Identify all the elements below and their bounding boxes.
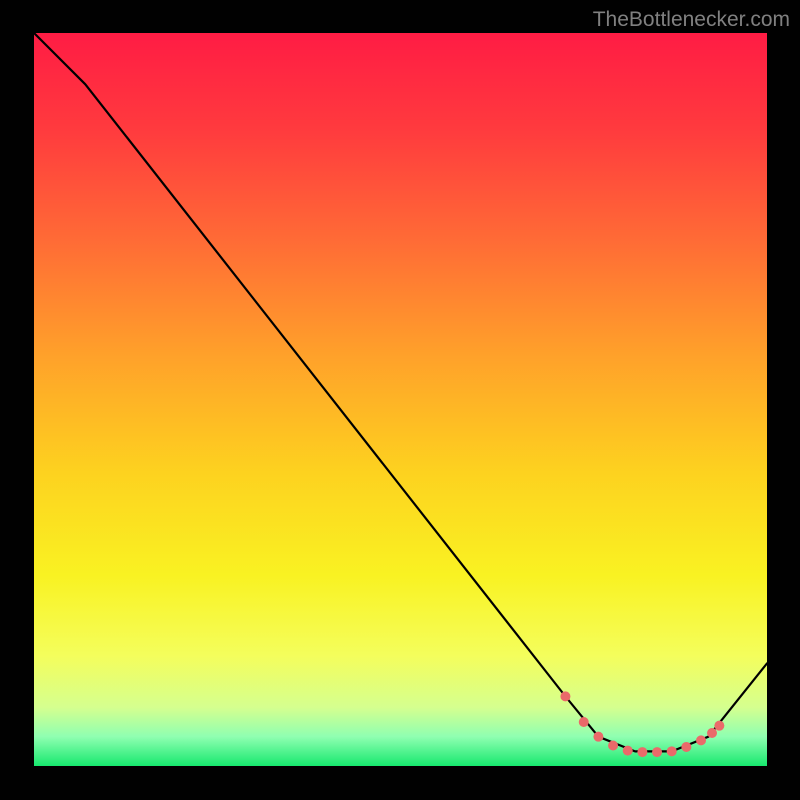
marker-group: [560, 691, 724, 757]
chart-container: TheBottlenecker.com: [0, 0, 800, 800]
marker-point: [681, 742, 691, 752]
marker-point: [714, 721, 724, 731]
watermark-text: TheBottlenecker.com: [593, 8, 790, 32]
chart-svg: [34, 33, 767, 766]
marker-point: [608, 740, 618, 750]
marker-point: [667, 746, 677, 756]
marker-point: [637, 747, 647, 757]
marker-point: [707, 728, 717, 738]
marker-point: [652, 747, 662, 757]
marker-point: [623, 746, 633, 756]
plot-area: [34, 33, 767, 766]
line-curve: [34, 33, 767, 751]
marker-point: [593, 732, 603, 742]
marker-point: [560, 691, 570, 701]
marker-point: [696, 735, 706, 745]
marker-point: [579, 717, 589, 727]
